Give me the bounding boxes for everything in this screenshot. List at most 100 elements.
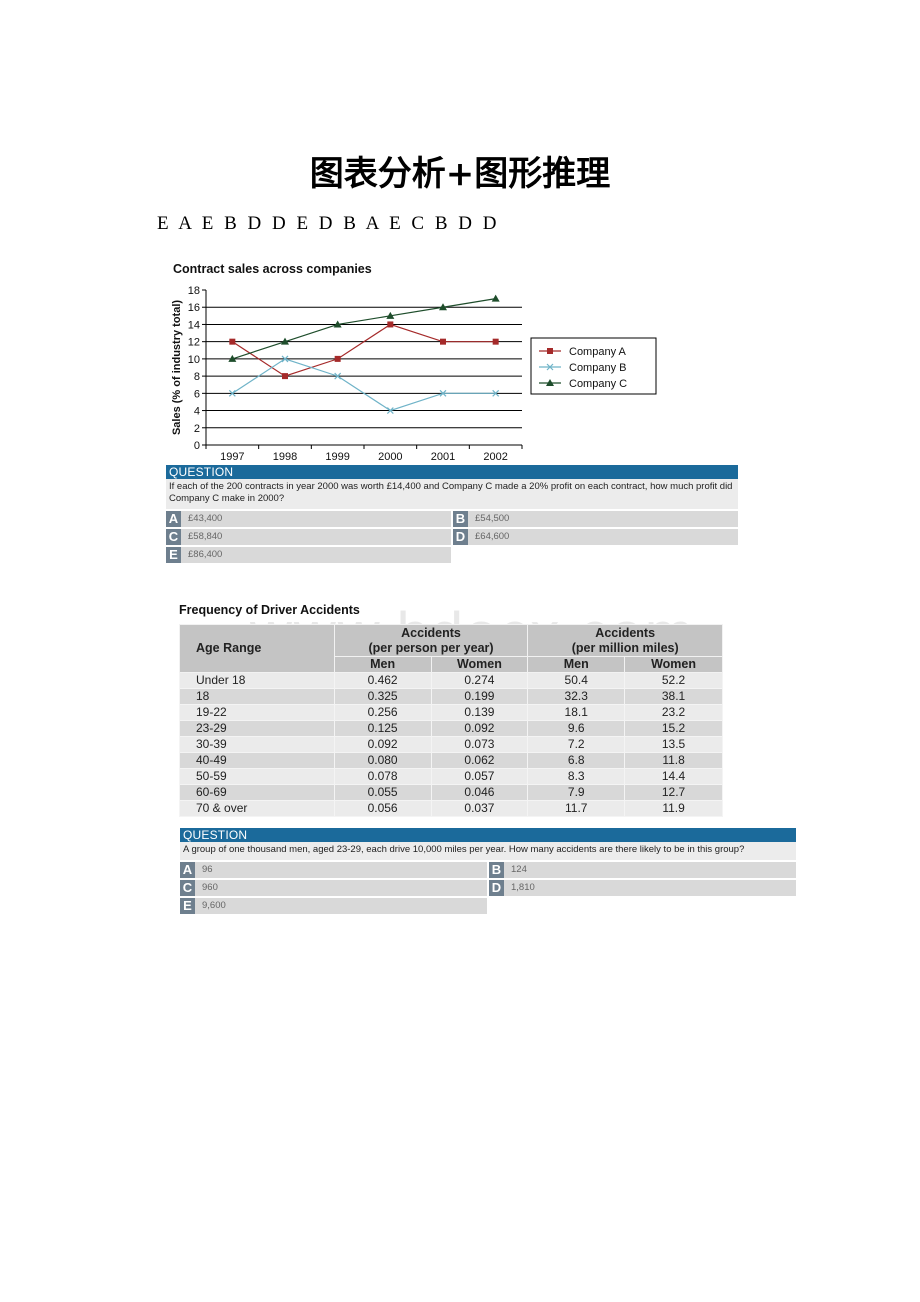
legend-label: Company C — [569, 378, 627, 390]
per-person-men-cell: 0.080 — [333, 752, 432, 769]
header-men: Men — [527, 656, 626, 673]
age-range-cell: 70 & over — [179, 800, 335, 817]
option-d[interactable]: D £64,600 — [453, 529, 738, 545]
option-letter: A — [166, 511, 181, 527]
option-text: 1,810 — [511, 882, 535, 893]
per-million-women-cell: 23.2 — [624, 704, 723, 721]
option-letter: E — [180, 898, 195, 914]
per-person-men-cell: 0.078 — [333, 768, 432, 785]
document-title: 图表分析+图形推理 — [309, 154, 611, 194]
age-range-cell: 60-69 — [179, 784, 335, 801]
data-point — [282, 373, 288, 380]
per-million-men-cell: 9.6 — [527, 720, 626, 737]
per-million-women-cell: 38.1 — [624, 688, 723, 705]
per-million-women-cell: 13.5 — [624, 736, 723, 753]
table-row: 40-49 0.080 0.062 6.8 11.8 — [179, 752, 723, 769]
y-tick-label: 8 — [194, 371, 200, 383]
age-range-cell: 23-29 — [179, 720, 335, 737]
per-million-men-cell: 11.7 — [527, 800, 626, 817]
header-per-million-miles: Accidents (per million miles) — [527, 624, 723, 657]
table-row: Under 18 0.462 0.274 50.4 52.2 — [179, 672, 723, 689]
per-person-women-cell: 0.057 — [430, 768, 529, 785]
answer-options: A 96 B 124 C 960 D 1,810 E 9,600 — [180, 862, 796, 914]
x-tick-label: 1999 — [325, 451, 349, 463]
header-group-label: Accidents — [595, 625, 656, 640]
y-tick-label: 12 — [188, 337, 200, 349]
answer-key: E A E B D D E D B A E C B D D — [157, 213, 500, 234]
data-point — [334, 355, 341, 362]
table-row: 30-39 0.092 0.073 7.2 13.5 — [179, 736, 723, 753]
header-group-sublabel: (per person per year) — [368, 640, 494, 655]
y-tick-label: 0 — [194, 440, 200, 452]
option-d[interactable]: D 1,810 — [489, 880, 796, 896]
y-tick-label: 2 — [194, 423, 200, 435]
per-million-women-cell: 11.9 — [624, 800, 723, 817]
legend-marker — [547, 348, 553, 354]
table-row: 70 & over 0.056 0.037 11.7 11.9 — [179, 800, 723, 817]
per-million-women-cell: 52.2 — [624, 672, 723, 689]
option-text: £43,400 — [188, 513, 223, 524]
option-text: £64,600 — [475, 531, 510, 542]
header-per-person: Accidents (per person per year) — [333, 624, 529, 657]
per-person-women-cell: 0.073 — [430, 736, 529, 753]
option-a[interactable]: A 96 — [180, 862, 487, 878]
age-range-cell: 30-39 — [179, 736, 335, 753]
x-tick-label: 2002 — [483, 451, 507, 463]
option-e[interactable]: E £86,400 — [166, 547, 451, 563]
per-million-men-cell: 7.9 — [527, 784, 626, 801]
option-e[interactable]: E 9,600 — [180, 898, 487, 914]
header-age-range-label: Age Range — [196, 641, 262, 655]
y-tick-label: 4 — [194, 406, 200, 418]
x-tick-label: 2000 — [378, 451, 402, 463]
x-tick-label: 2001 — [431, 451, 455, 463]
y-axis-label: Sales (% of industry total) — [171, 300, 183, 435]
option-letter: D — [489, 880, 504, 896]
option-letter: C — [180, 880, 195, 896]
per-person-women-cell: 0.199 — [430, 688, 529, 705]
data-point — [440, 338, 446, 345]
per-person-women-cell: 0.139 — [430, 704, 529, 721]
option-letter: A — [180, 862, 195, 878]
per-person-men-cell: 0.056 — [333, 800, 432, 817]
per-person-women-cell: 0.062 — [430, 752, 529, 769]
option-text: 124 — [511, 864, 527, 875]
option-b[interactable]: B 124 — [489, 862, 796, 878]
chart-title: Contract sales across companies — [173, 262, 372, 276]
data-point — [492, 338, 499, 345]
header-group-sublabel: (per million miles) — [571, 640, 679, 655]
option-c[interactable]: C £58,840 — [166, 529, 451, 545]
option-letter: D — [453, 529, 468, 545]
table-row: 23-29 0.125 0.092 9.6 15.2 — [179, 720, 723, 737]
question-header: QUESTION — [180, 828, 796, 842]
data-point — [491, 294, 500, 302]
accidents-table: Age Range Accidents (per person per year)… — [179, 624, 723, 817]
option-b[interactable]: B £54,500 — [453, 511, 738, 527]
line-chart: 0 2 4 6 8 10 12 14 16 18 1997 1998 1999 2000 2001 2002 S… — [171, 285, 657, 463]
option-c[interactable]: C 960 — [180, 880, 487, 896]
y-tick-label: 14 — [188, 319, 200, 331]
per-person-men-cell: 0.462 — [333, 672, 432, 689]
table-row: 18 0.325 0.199 32.3 38.1 — [179, 688, 723, 705]
age-range-cell: 18 — [179, 688, 335, 705]
per-million-men-cell: 6.8 — [527, 752, 626, 769]
per-million-women-cell: 15.2 — [624, 720, 723, 737]
table-row: 60-69 0.055 0.046 7.9 12.7 — [179, 784, 723, 801]
option-letter: B — [489, 862, 504, 878]
option-a[interactable]: A £43,400 — [166, 511, 451, 527]
x-tick-label: 1998 — [273, 451, 297, 463]
per-million-men-cell: 7.2 — [527, 736, 626, 753]
per-person-women-cell: 0.092 — [430, 720, 529, 737]
y-tick-label: 18 — [188, 285, 200, 297]
age-range-cell: 19-22 — [179, 704, 335, 721]
per-person-men-cell: 0.055 — [333, 784, 432, 801]
question-text: A group of one thousand men, aged 23-29,… — [180, 842, 796, 860]
option-text: 960 — [202, 882, 218, 893]
per-person-men-cell: 0.092 — [333, 736, 432, 753]
per-million-women-cell: 11.8 — [624, 752, 723, 769]
question-header: QUESTION — [166, 465, 738, 479]
age-range-cell: 50-59 — [179, 768, 335, 785]
age-range-cell: Under 18 — [179, 672, 335, 689]
option-text: £86,400 — [188, 549, 223, 560]
header-women: Women — [430, 656, 529, 673]
per-million-men-cell: 50.4 — [527, 672, 626, 689]
